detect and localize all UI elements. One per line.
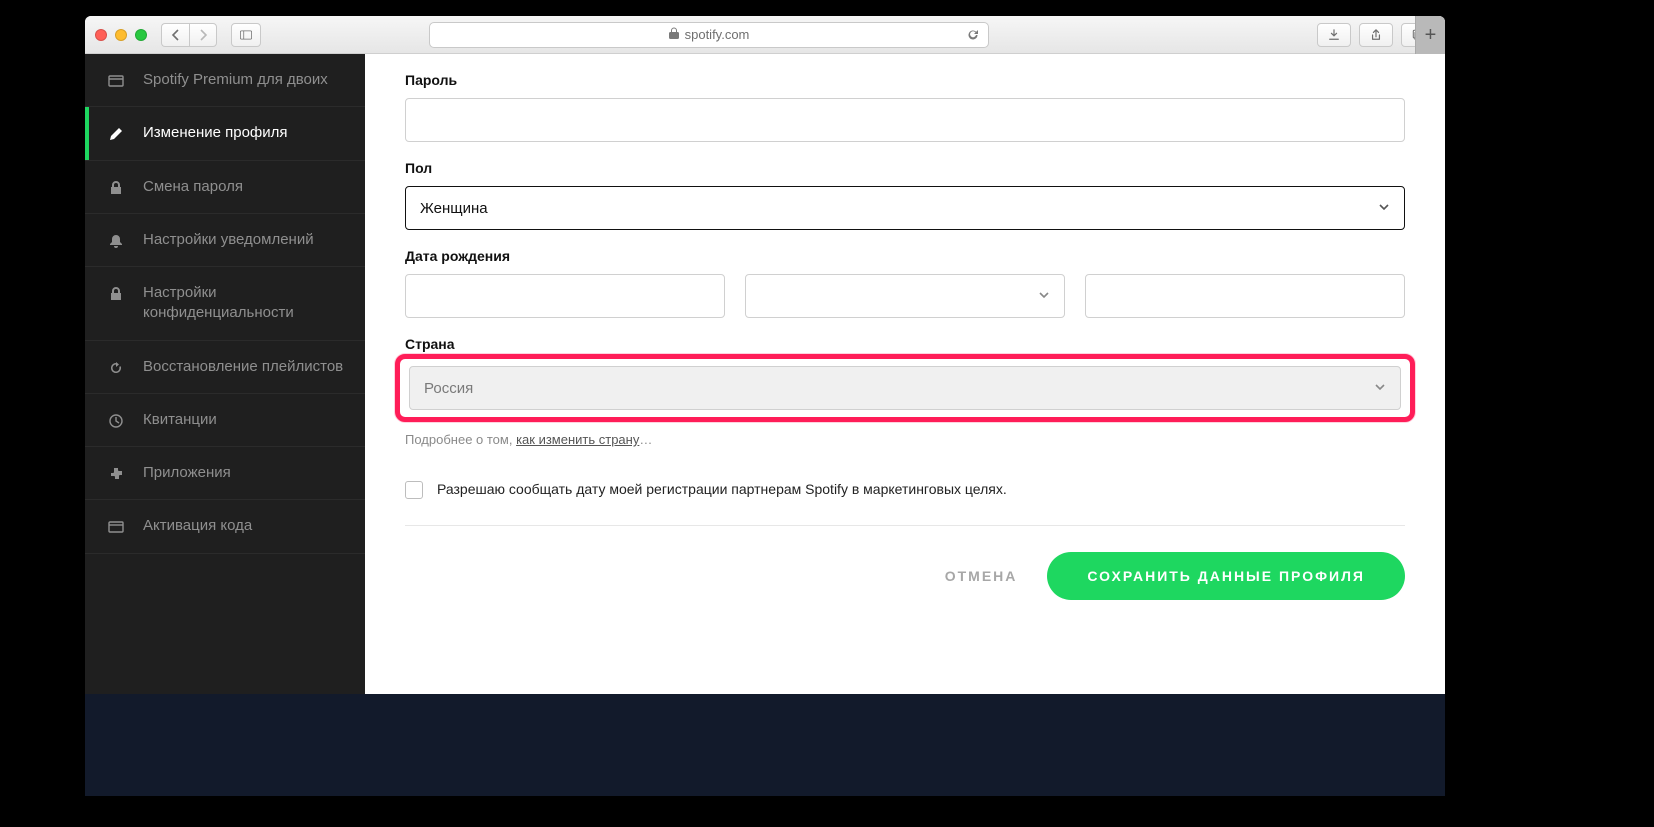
dob-label: Дата рождения (405, 248, 1405, 264)
pencil-icon (107, 125, 125, 143)
dob-day-input[interactable] (405, 274, 725, 318)
form-divider (405, 525, 1405, 526)
sidebar-item-label: Настройки уведомлений (143, 230, 314, 250)
consent-checkbox[interactable] (405, 481, 423, 499)
sidebar-item-label: Изменение профиля (143, 123, 288, 143)
dob-year-input[interactable] (1085, 274, 1405, 318)
content-wrap: Пароль Пол Женщина Дата рождения (365, 54, 1445, 796)
sidebar-item-change-password[interactable]: Смена пароля (85, 161, 365, 214)
cancel-button[interactable]: ОТМЕНА (945, 568, 1018, 584)
browser-window: spotify.com + Spotify Premium для двоих (85, 16, 1445, 796)
sidebar-item-label: Активация кода (143, 516, 252, 536)
country-highlight-wrap: Россия (405, 362, 1405, 414)
sidebar-item-label: Восстановление плейлистов (143, 357, 343, 377)
page-bottom-gap (365, 694, 1445, 796)
card-icon (107, 518, 125, 536)
sidebar-item-redeem[interactable]: Активация кода (85, 500, 365, 553)
bell-icon (107, 232, 125, 250)
sidebar-toggle-button[interactable] (231, 23, 261, 47)
country-select[interactable]: Россия (409, 366, 1401, 410)
chevron-down-icon (1378, 200, 1390, 217)
chevron-down-icon (1374, 380, 1386, 397)
sidebar-item-label: Spotify Premium для двоих (143, 70, 328, 90)
sidebar-item-label: Настройки конфиденциальности (143, 283, 345, 324)
gender-select[interactable]: Женщина (405, 186, 1405, 230)
sidebar-item-premium-duo[interactable]: Spotify Premium для двоих (85, 54, 365, 107)
password-input[interactable] (405, 98, 1405, 142)
share-button[interactable] (1359, 23, 1393, 47)
consent-text: Разрешаю сообщать дату моей регистрации … (437, 481, 1007, 497)
form-actions: ОТМЕНА СОХРАНИТЬ ДАННЫЕ ПРОФИЛЯ (405, 552, 1405, 600)
address-bar[interactable]: spotify.com (429, 22, 989, 48)
back-button[interactable] (161, 23, 189, 47)
sidebar-item-privacy[interactable]: Настройки конфиденциальности (85, 267, 365, 341)
dob-row (405, 274, 1405, 318)
restore-icon (107, 359, 125, 377)
lock-icon (107, 179, 125, 197)
downloads-button[interactable] (1317, 23, 1351, 47)
country-value: Россия (424, 380, 473, 397)
dob-month-select[interactable] (745, 274, 1065, 318)
nav-buttons (161, 23, 217, 47)
save-button[interactable]: СОХРАНИТЬ ДАННЫЕ ПРОФИЛЯ (1047, 552, 1405, 600)
sidebar-item-apps[interactable]: Приложения (85, 447, 365, 500)
maximize-window-button[interactable] (135, 29, 147, 41)
change-country-link[interactable]: как изменить страну (516, 432, 639, 447)
sidebar-item-label: Приложения (143, 463, 231, 483)
sidebar-item-receipts[interactable]: Квитанции (85, 394, 365, 447)
profile-form: Пароль Пол Женщина Дата рождения (365, 54, 1445, 694)
close-window-button[interactable] (95, 29, 107, 41)
chevron-down-icon (1038, 288, 1050, 305)
clock-icon (107, 412, 125, 430)
forward-button[interactable] (189, 23, 217, 47)
password-label: Пароль (405, 72, 1405, 88)
sidebar-item-label: Смена пароля (143, 177, 243, 197)
gender-value: Женщина (420, 200, 488, 217)
consent-row: Разрешаю сообщать дату моей регистрации … (405, 481, 1405, 499)
card-icon (107, 72, 125, 90)
gender-label: Пол (405, 160, 1405, 176)
sidebar-item-label: Квитанции (143, 410, 217, 430)
page: Spotify Premium для двоих Изменение проф… (85, 54, 1445, 796)
new-tab-button[interactable]: + (1415, 16, 1445, 54)
country-label: Страна (405, 336, 1405, 352)
minimize-window-button[interactable] (115, 29, 127, 41)
lock-icon (107, 285, 125, 303)
account-sidebar: Spotify Premium для двоих Изменение проф… (85, 54, 365, 694)
refresh-button[interactable] (966, 28, 980, 45)
window-controls (95, 29, 147, 41)
sidebar-item-edit-profile[interactable]: Изменение профиля (85, 107, 365, 160)
sidebar-item-restore-playlists[interactable]: Восстановление плейлистов (85, 341, 365, 394)
lock-icon (669, 27, 679, 42)
browser-titlebar: spotify.com + (85, 16, 1445, 54)
country-help-text: Подробнее о том, как изменить страну… (405, 432, 1405, 447)
puzzle-icon (107, 465, 125, 483)
sidebar-item-notifications[interactable]: Настройки уведомлений (85, 214, 365, 267)
address-host: spotify.com (685, 27, 750, 42)
